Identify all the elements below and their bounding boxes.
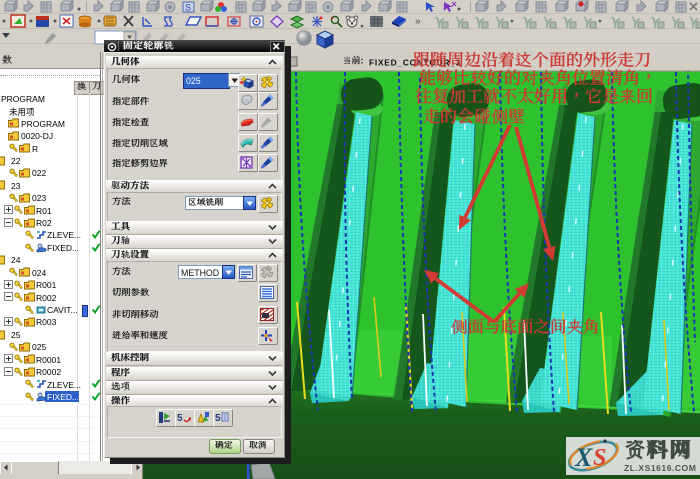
svg-text:S: S <box>185 3 191 13</box>
svg-text:X: X <box>574 443 593 472</box>
svg-text:S: S <box>593 445 606 471</box>
svg-text:5: 5 <box>215 413 221 424</box>
svg-text:»: » <box>415 16 421 27</box>
svg-text:5: 5 <box>177 413 183 424</box>
